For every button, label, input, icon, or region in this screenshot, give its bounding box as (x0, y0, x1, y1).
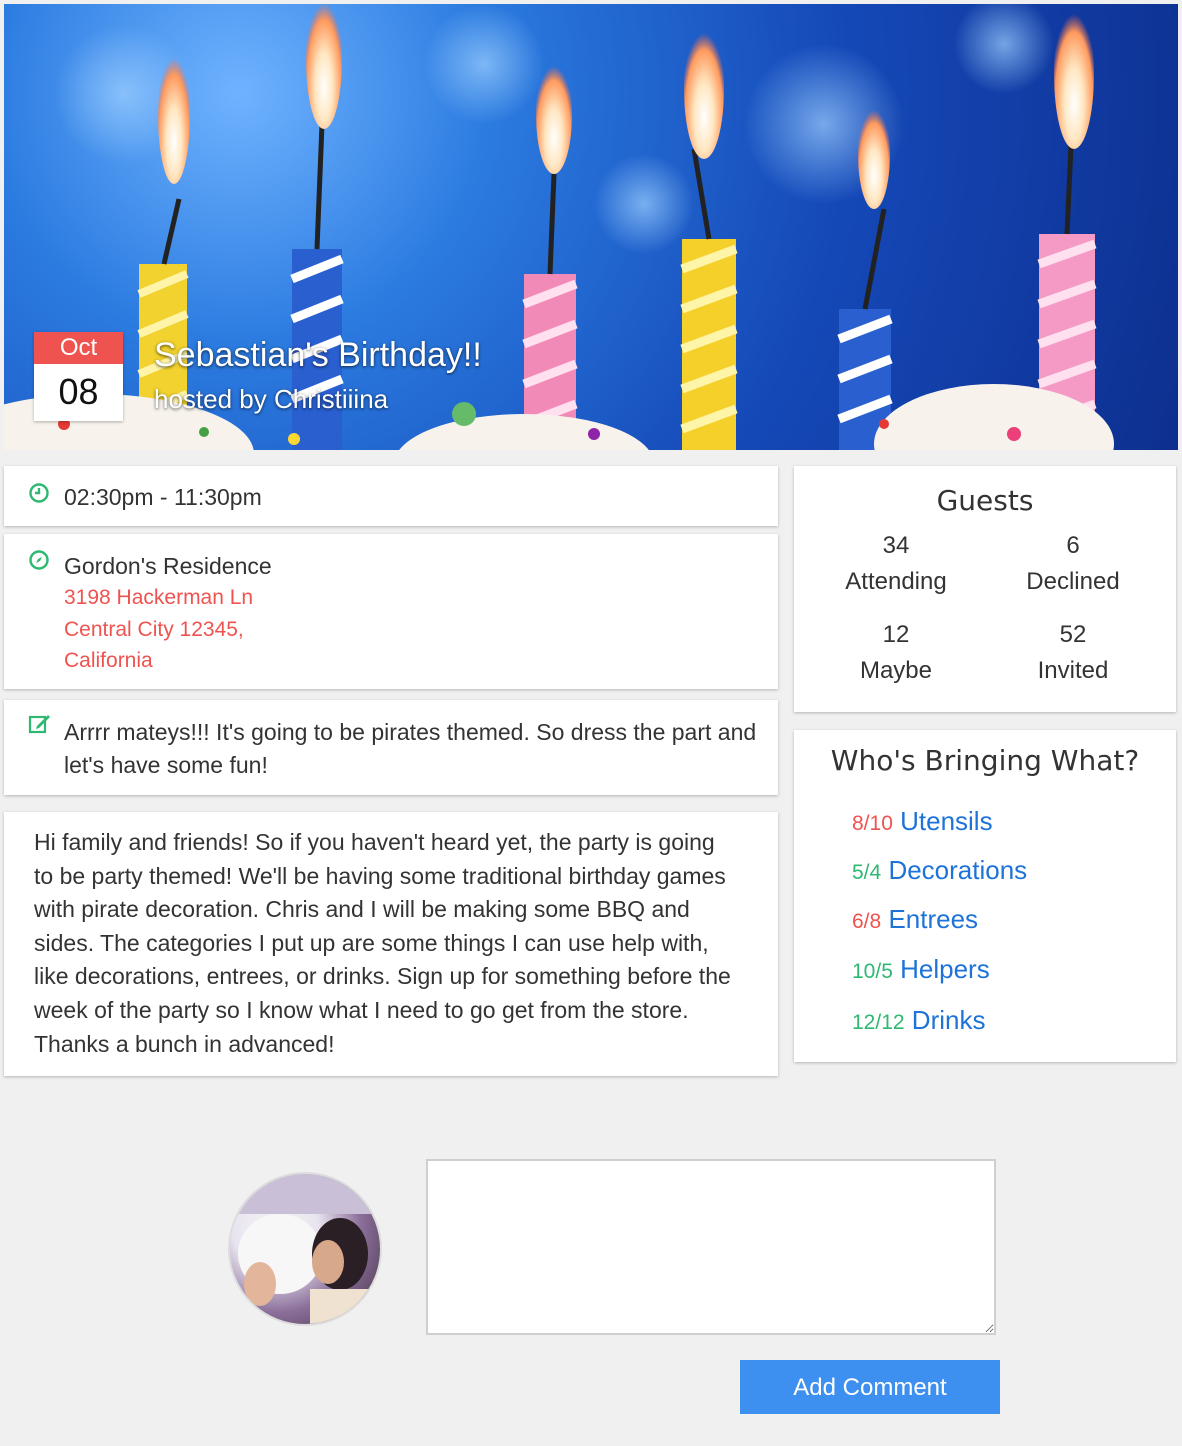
note-card: Arrrr mateys!!! It's going to be pirates… (4, 700, 778, 795)
bring-label: Helpers (900, 954, 990, 984)
attending-label: Attending (845, 568, 947, 595)
event-month: Oct (34, 332, 123, 364)
event-description: Hi family and friends! So if you haven't… (34, 829, 731, 1057)
bring-label: Entrees (888, 904, 979, 934)
address-line-2[interactable]: Central City 12345, (64, 618, 244, 642)
attending-count: 34 (882, 532, 910, 559)
bring-count: 12/12 (852, 1011, 905, 1034)
guests-card: Guests 34 Attending 6 Declined 12 Maybe … (794, 466, 1176, 712)
event-title: Sebastian's Birthday!! (154, 336, 482, 374)
bring-label: Utensils (900, 806, 993, 836)
bring-count: 10/5 (852, 960, 893, 983)
bringing-title: Who's Bringing What? (830, 744, 1140, 777)
bring-label: Decorations (888, 855, 1028, 885)
declined-label: Declined (1026, 568, 1120, 595)
location-card: Gordon's Residence 3198 Hackerman Ln Cen… (4, 534, 778, 689)
invited-count: 52 (1059, 621, 1087, 648)
comment-input[interactable] (426, 1159, 996, 1335)
maybe-label: Maybe (859, 657, 933, 684)
address-line-3[interactable]: California (64, 649, 153, 673)
declined-count: 6 (1066, 532, 1080, 559)
bring-item-utensils[interactable]: 8/10 Utensils (852, 806, 993, 837)
venue-name: Gordon's Residence (64, 553, 272, 579)
attending-stat[interactable]: 34 Attending (821, 532, 971, 596)
bringing-card: Who's Bringing What? 8/10 Utensils 5/4 D… (794, 730, 1176, 1062)
event-day: 08 (58, 371, 99, 412)
avatar (228, 1172, 382, 1326)
maybe-count: 12 (882, 621, 910, 648)
user-photo (230, 1174, 380, 1324)
invited-stat[interactable]: 52 Invited (998, 621, 1148, 685)
invited-label: Invited (1037, 657, 1109, 684)
guests-title: Guests (936, 484, 1034, 517)
maybe-stat[interactable]: 12 Maybe (821, 621, 971, 685)
event-host: hosted by Christiiina (154, 384, 389, 414)
bring-item-decorations[interactable]: 5/4 Decorations (852, 855, 1027, 886)
bring-count: 5/4 (852, 861, 882, 884)
address-line-1[interactable]: 3198 Hackerman Ln (64, 586, 253, 610)
declined-stat[interactable]: 6 Declined (998, 532, 1148, 596)
event-banner: Oct 08 Sebastian's Birthday!! hosted by … (4, 4, 1178, 450)
edit-icon (28, 712, 50, 734)
description-card: Hi family and friends! So if you haven't… (4, 812, 778, 1076)
bring-label: Drinks (911, 1005, 986, 1035)
bring-item-drinks[interactable]: 12/12 Drinks (852, 1005, 985, 1036)
add-comment-button[interactable]: Add Comment (740, 1360, 1000, 1414)
bring-count: 6/8 (852, 910, 882, 933)
bring-item-entrees[interactable]: 6/8 Entrees (852, 904, 978, 935)
event-note: Arrrr mateys!!! It's going to be pirates… (64, 719, 757, 778)
event-date-badge: Oct 08 (34, 332, 123, 421)
event-time: 02:30pm - 11:30pm (64, 484, 262, 510)
clock-icon (28, 482, 50, 504)
time-card: 02:30pm - 11:30pm (4, 466, 778, 526)
compass-icon (28, 549, 50, 571)
bring-count: 8/10 (852, 812, 893, 835)
bring-item-helpers[interactable]: 10/5 Helpers (852, 954, 990, 985)
